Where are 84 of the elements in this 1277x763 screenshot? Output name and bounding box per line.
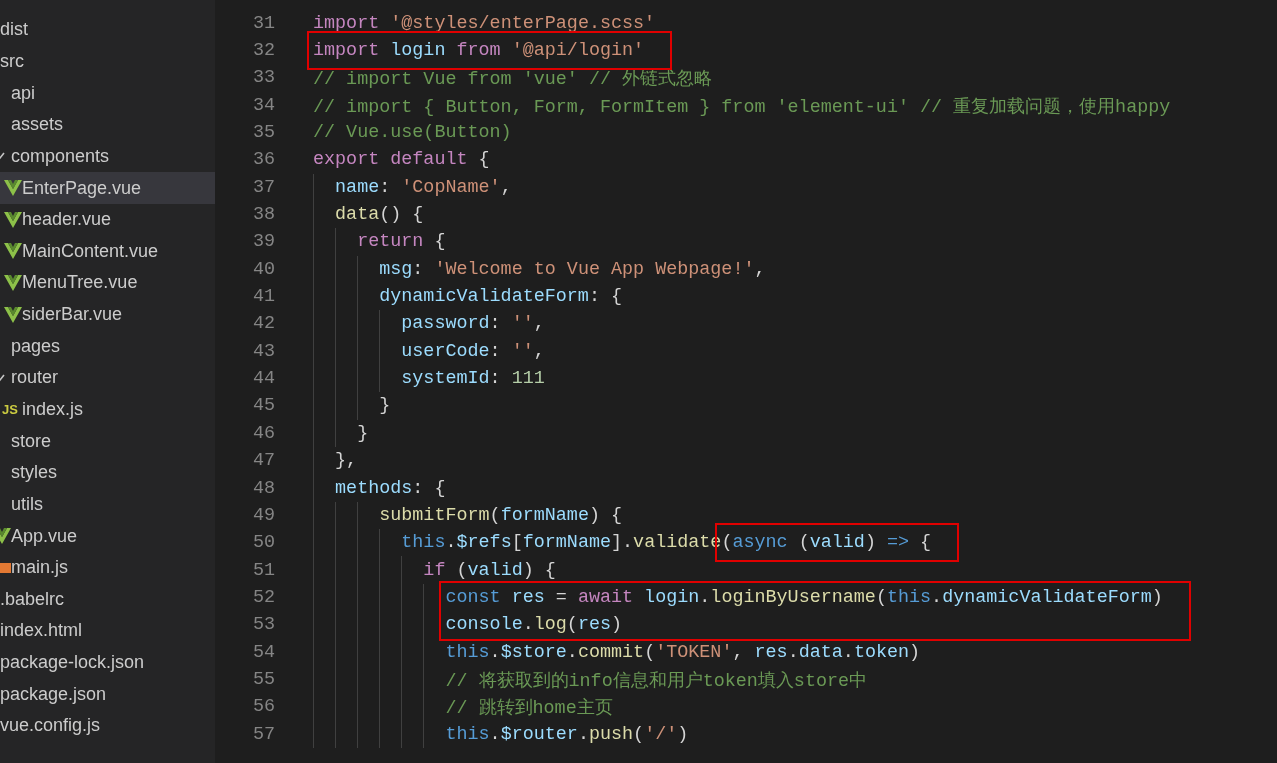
code-line: // 将获取到的info信息和用户token填入store中 [444,670,868,692]
code-line: // Vue.use(Button) [313,122,512,144]
file-tree-item[interactable]: JS index.js [0,393,215,426]
line-number: 32 [251,40,275,61]
file-tree-item[interactable]: .babelrc [0,583,215,616]
line-number: 42 [251,313,275,335]
code-line: if (valid) { [422,559,556,581]
code-line: // import Vue from 'vue' // 外链式忽略 [313,69,712,91]
code-line: export default { [313,149,490,171]
code-line: } [378,395,391,417]
line-number: 46 [251,422,275,444]
code-line: systemId: 111 [400,368,545,390]
line-number: 37 [251,176,275,198]
vue-icon [4,306,22,323]
file-tree-item[interactable]: EnterPage.vue [0,172,215,204]
code-line: import '@styles/enterPage.scss' [313,12,656,34]
vue-icon [4,274,22,291]
file-tree-item[interactable]: assets [0,108,215,141]
file-tree-item[interactable]: api [0,77,215,109]
code-line: // 跳转到home主页 [444,698,613,720]
code-line: // import { Button, Form, FormItem } from 'element-ui' // 重复加载问题，使用happy [313,96,1171,118]
file-tree-item[interactable]: siderBar.vue [0,298,215,331]
file-tree-item[interactable]: package.json [0,678,215,711]
line-number: 50 [251,532,275,554]
line-number: 35 [251,122,275,144]
js-icon: JS [2,402,18,417]
code-line: const res = await login.loginByUsername(this.dynamicValidateForm) [445,586,1163,608]
file-tree-item[interactable]: dist [0,14,215,46]
file-tree-item[interactable]: router [0,362,215,394]
line-number: 39 [251,231,275,253]
line-number: 56 [251,696,275,718]
file-tree-item[interactable]: vue.config.js [0,710,215,742]
line-number: 48 [251,477,275,499]
code-line: msg: 'Welcome to Vue App Webpage!', [378,258,766,280]
line-number: 47 [251,450,275,472]
code-line: methods: { [334,477,446,499]
line-number: 38 [251,204,275,226]
line-number: 44 [251,368,275,390]
line-number: 54 [251,641,275,663]
code-line: password: '', [400,313,545,335]
line-number: 41 [251,286,275,308]
code-line: } [356,422,369,444]
file-tree-item[interactable]: styles [0,456,215,489]
file-tree-item[interactable]: store [0,425,215,457]
line-number: 40 [251,258,275,280]
vue-icon [4,211,22,228]
file-tree-item[interactable]: header.vue [0,203,215,236]
file-tree-item[interactable]: pages [0,330,215,363]
line-number: 36 [251,149,275,171]
line-number: 33 [251,67,275,89]
file-tree-item[interactable]: utils [0,488,215,521]
file-tree-item[interactable]: package-lock.json [0,646,215,679]
code-line: dynamicValidateForm: { [378,286,622,308]
code-line: import login from '@api/login' [313,40,645,61]
line-number: 34 [251,94,275,116]
file-tree-item[interactable]: src [0,45,215,78]
file-tree-item[interactable]: components [0,140,215,173]
code-line: name: 'CopName', [334,176,512,198]
file-tree-item[interactable]: main.js [0,551,215,584]
file-tree-item[interactable]: MenuTree.vue [0,267,215,299]
line-number: 43 [251,340,275,362]
file-tree-item[interactable]: App.vue [0,520,215,552]
code-line: (async (valid) => { [721,532,932,554]
line-number: 45 [251,395,275,417]
code-line: return { [356,231,446,253]
file-icon [0,560,11,575]
code-line: this.$router.push('/') [444,723,689,745]
vue-icon [4,180,22,196]
line-number: 53 [251,614,275,636]
code-line: }, [334,450,358,472]
line-number: 51 [251,559,275,581]
line-number: 55 [251,668,275,690]
file-tree-item[interactable]: index.html [0,615,215,647]
code-line: data() { [334,204,424,226]
vue-icon [4,243,22,260]
code-line: console.log(res) [445,614,623,636]
line-number: 52 [251,586,275,608]
line-number: 49 [251,504,275,526]
line-number: 31 [251,12,275,34]
code-line: this.$store.commit('TOKEN', res.data.token) [444,641,921,663]
file-tree-item[interactable]: MainContent.vue [0,235,215,268]
code-line: userCode: '', [400,340,545,362]
line-number: 57 [251,723,275,745]
code-line: submitForm(formName) { [378,504,623,526]
